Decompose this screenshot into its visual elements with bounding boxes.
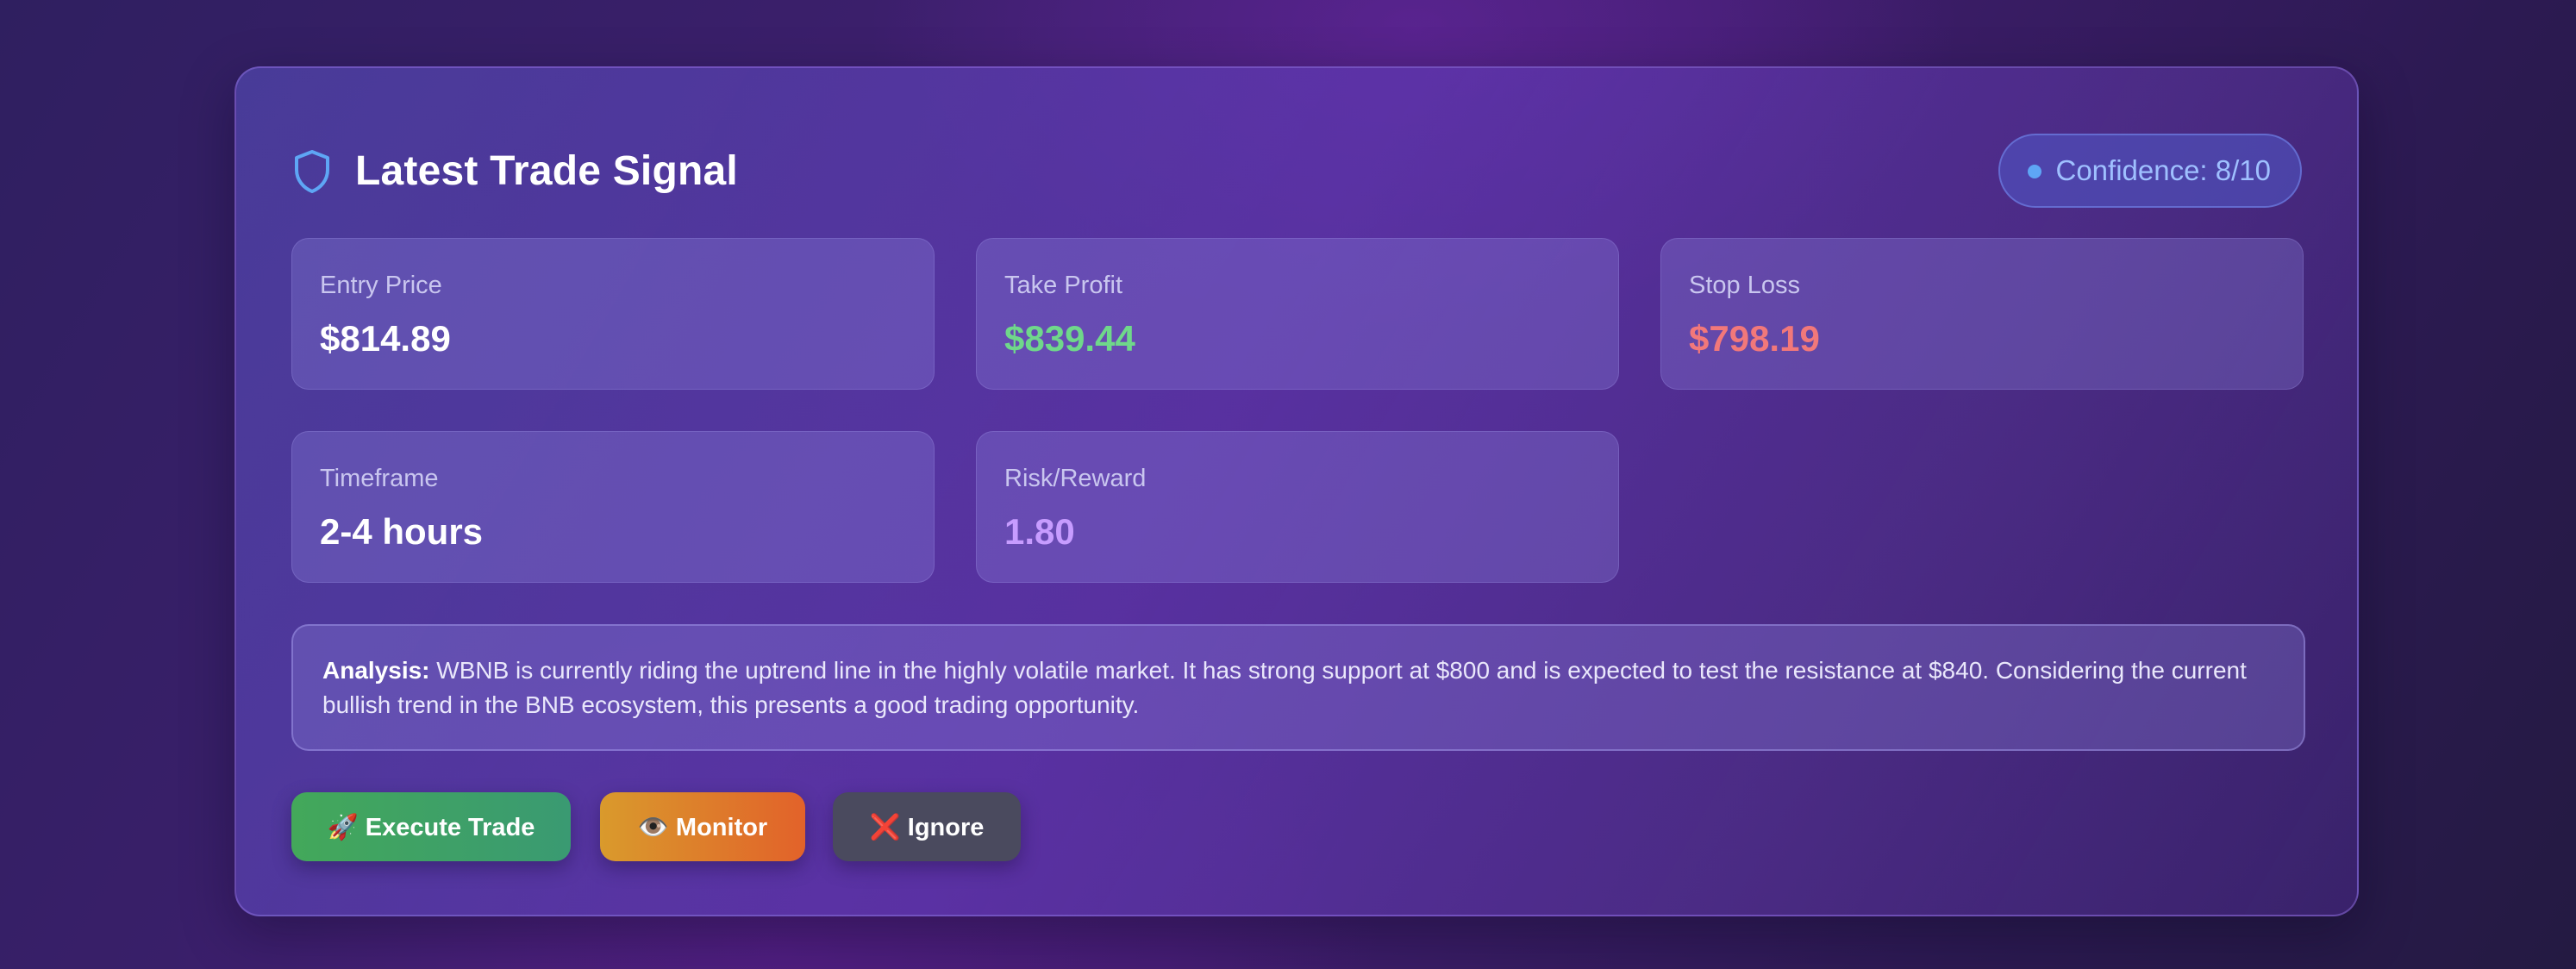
metric-label: Stop Loss [1689, 272, 1800, 299]
analysis-panel: Analysis: WBNB is currently riding the u… [291, 624, 2305, 751]
rocket-icon: 🚀 [327, 812, 359, 841]
confidence-badge: Confidence: 8/10 [1998, 134, 2302, 208]
trade-signal-card: Latest Trade Signal Confidence: 8/10 Ent… [234, 66, 2359, 916]
confidence-label: Confidence: 8/10 [2055, 154, 2271, 186]
metric-label: Take Profit [1004, 272, 1122, 299]
status-dot-icon [2028, 165, 2042, 178]
metric-value: 1.80 [1004, 511, 1075, 552]
metric-label: Entry Price [320, 272, 442, 299]
metric-value: $839.44 [1004, 318, 1135, 359]
metric-value: 2-4 hours [320, 511, 484, 552]
page-title: Latest Trade Signal [355, 148, 738, 194]
ignore-label: Ignore [907, 814, 985, 841]
eye-icon: 👁️ [637, 812, 669, 841]
cross-mark-icon: ❌ [869, 812, 901, 841]
shield-icon [295, 150, 329, 193]
monitor-button[interactable]: 👁️ Monitor [600, 792, 805, 861]
metric-risk-reward: Risk/Reward 1.80 [976, 431, 1619, 583]
metric-take-profit: Take Profit $839.44 [976, 238, 1619, 390]
execute-trade-label: Execute Trade [365, 814, 535, 841]
analysis-text: WBNB is currently riding the uptrend lin… [322, 657, 2247, 718]
signal-header: Latest Trade Signal Confidence: 8/10 [291, 134, 2302, 209]
metric-entry-price: Entry Price $814.89 [291, 238, 935, 390]
monitor-label: Monitor [675, 814, 768, 841]
metric-value: $798.19 [1689, 318, 1820, 359]
execute-trade-button[interactable]: 🚀 Execute Trade [291, 792, 571, 861]
metric-label: Risk/Reward [1004, 465, 1147, 492]
ignore-button[interactable]: ❌ Ignore [833, 792, 1021, 861]
metric-value: $814.89 [320, 318, 451, 359]
metric-label: Timeframe [320, 465, 439, 492]
metric-stop-loss: Stop Loss $798.19 [1660, 238, 2304, 390]
metric-timeframe: Timeframe 2-4 hours [291, 431, 935, 583]
analysis-heading: Analysis: [322, 657, 430, 684]
